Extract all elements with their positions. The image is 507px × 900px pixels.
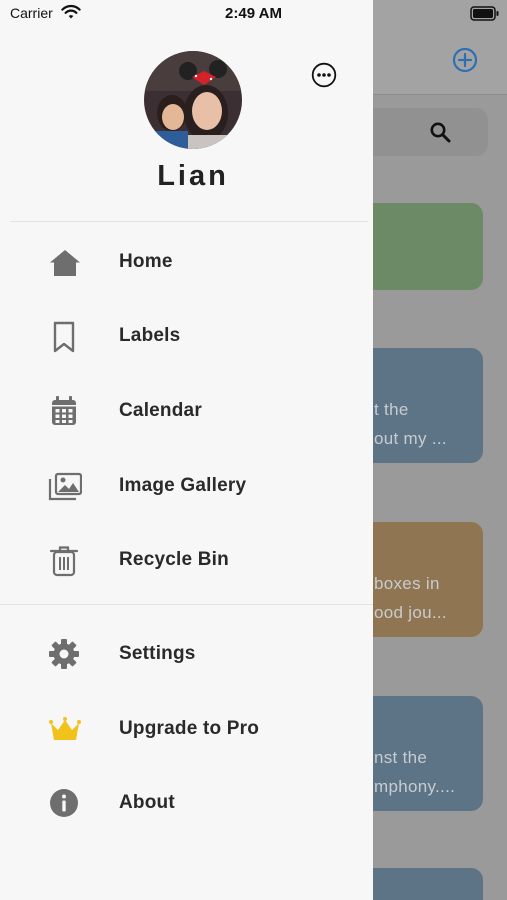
menu-label: Calendar (119, 400, 202, 421)
menu-label: About (119, 792, 175, 813)
menu-label: Labels (119, 325, 181, 346)
menu-item-upgrade-to-pro[interactable]: Upgrade to Pro (0, 701, 373, 757)
menu-label: Home (119, 251, 173, 272)
profile-avatar[interactable] (144, 51, 242, 149)
menu-item-home[interactable]: Home (0, 234, 373, 290)
menu-item-about[interactable]: About (0, 775, 373, 831)
home-icon (50, 250, 80, 276)
divider (0, 604, 373, 605)
profile-name: Lian (157, 160, 229, 192)
add-note-icon[interactable] (452, 47, 478, 73)
gear-icon (49, 639, 79, 669)
menu-label: Recycle Bin (119, 549, 229, 570)
menu-label: Settings (119, 643, 196, 664)
bookmark-icon (53, 321, 75, 353)
avatar-photo (144, 51, 242, 149)
image-gallery-icon (48, 472, 82, 501)
menu-item-recycle-bin[interactable]: Recycle Bin (0, 532, 373, 588)
more-options-icon[interactable] (311, 62, 337, 88)
crown-icon (49, 717, 81, 740)
menu-item-labels[interactable]: Labels (0, 308, 373, 364)
menu-item-settings[interactable]: Settings (0, 626, 373, 682)
search-icon[interactable] (428, 120, 452, 144)
trash-icon (49, 546, 79, 577)
menu-label: Upgrade to Pro (119, 718, 260, 739)
divider (10, 221, 368, 222)
menu-item-image-gallery[interactable]: Image Gallery (0, 458, 373, 514)
navigation-drawer: Carrier Lian Home Labels Calendar Image … (0, 0, 373, 900)
menu-item-calendar[interactable]: Calendar (0, 383, 373, 439)
calendar-icon (52, 396, 76, 425)
info-icon (50, 789, 78, 817)
menu-label: Image Gallery (119, 475, 247, 496)
status-time: 2:49 AM (225, 5, 282, 22)
